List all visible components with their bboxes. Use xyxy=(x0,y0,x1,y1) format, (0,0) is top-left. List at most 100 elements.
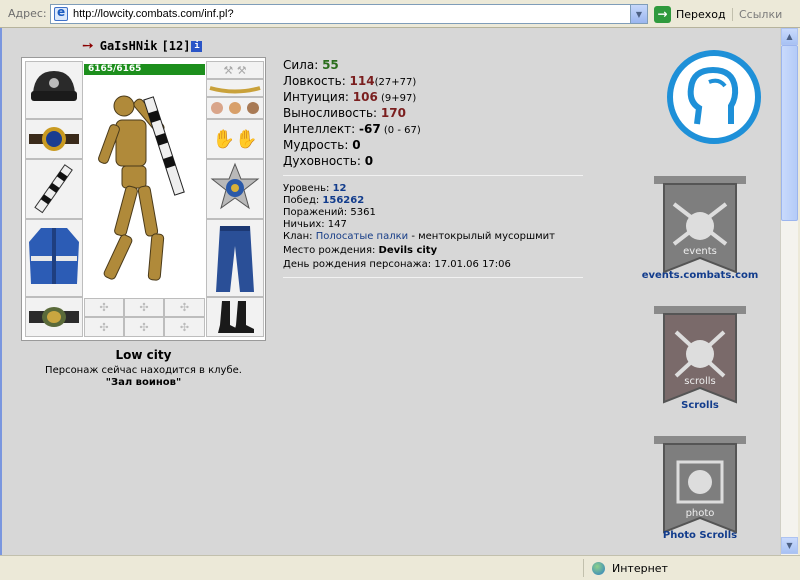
stat-label: Сила: xyxy=(283,58,323,72)
info-value: 156262 xyxy=(322,195,365,206)
stat-strength: Сила: 55 xyxy=(283,58,421,74)
scroll-up-button[interactable]: ▲ xyxy=(781,28,798,45)
character-info-icon[interactable]: i xyxy=(191,40,203,52)
address-bar: Адрес: http://lowcity.combats.com/inf.pl… xyxy=(0,0,800,28)
rune-placeholder-icon: ✣ xyxy=(139,320,149,334)
room-name: "Зал воинов" xyxy=(105,377,182,388)
rune-placeholder-icon: ✣ xyxy=(139,301,149,314)
scrolls-banner[interactable]: scrolls Scrolls xyxy=(654,304,746,416)
necklace-slot[interactable] xyxy=(206,79,264,97)
armor-slot[interactable] xyxy=(25,219,83,297)
globe-icon xyxy=(592,561,605,575)
scroll-thumb[interactable] xyxy=(781,45,798,221)
trousers-icon xyxy=(216,226,254,292)
address-label: Адрес: xyxy=(8,7,47,20)
stat-extra: (0 - 67) xyxy=(380,125,421,136)
info-label: Побед: xyxy=(283,195,323,206)
info-divider xyxy=(283,277,583,278)
stat-label: Выносливость: xyxy=(283,106,381,120)
city-name: Low city xyxy=(115,348,172,362)
helmet-slot[interactable] xyxy=(25,61,83,119)
rune-placeholder-icon: ✣ xyxy=(179,301,190,314)
scrolls-link[interactable]: Scrolls xyxy=(634,400,766,411)
stat-label: Мудрость: xyxy=(283,138,353,152)
jacket-icon xyxy=(29,228,79,284)
info-block: Уровень: 12 Побед: 156262 Поражений: 536… xyxy=(283,183,555,271)
events-link[interactable]: events.combats.com xyxy=(634,270,766,281)
robot-figure-icon xyxy=(98,95,185,281)
rings-icon xyxy=(211,102,259,114)
address-input[interactable]: http://lowcity.combats.com/inf.pl? ▼ xyxy=(50,4,648,24)
photo-scrolls-link[interactable]: Photo Scrolls xyxy=(634,530,766,541)
rings-slot[interactable] xyxy=(206,97,264,119)
info-label: День рождения персонажа: xyxy=(283,259,435,270)
stats-divider xyxy=(283,175,583,176)
info-birthday: День рождения персонажа: 17.01.06 17:06 xyxy=(283,259,555,271)
go-label: Переход xyxy=(676,7,726,21)
address-url[interactable]: http://lowcity.combats.com/inf.pl? xyxy=(73,8,234,20)
private-message-arrow-icon[interactable]: ➙ xyxy=(82,38,94,54)
character-name-row: ➙ GaIsHNik [12] i xyxy=(82,38,203,54)
stat-value: 114 xyxy=(349,74,375,88)
go-button[interactable]: → Переход xyxy=(654,4,726,24)
links-button[interactable]: Ссылки xyxy=(732,8,782,21)
clan-link[interactable]: Полосатые палки xyxy=(316,231,408,242)
photo-banner-text: photo xyxy=(686,508,715,519)
rune-slot-1[interactable]: ✣ xyxy=(84,298,124,317)
scrolls-banner-text: scrolls xyxy=(684,376,715,387)
info-label: Поражений: xyxy=(283,207,351,218)
security-zone: Интернет xyxy=(583,559,793,577)
earrings-placeholder-icon: ⚒ ⚒ xyxy=(223,63,247,77)
stat-label: Ловкость: xyxy=(283,74,350,88)
equipment-panel: 6165/6165 ✣ ✣ ✣ ✣ ✣ ✣ ⚒ ⚒ ✋✋ xyxy=(21,57,266,341)
watch-icon xyxy=(29,127,79,151)
status-bar: Интернет xyxy=(0,555,800,580)
info-value: 5361 xyxy=(350,207,376,218)
info-value: 147 xyxy=(327,219,347,230)
info-birthplace: Место рождения: Devils city xyxy=(283,245,555,259)
vertical-scrollbar[interactable]: ▲ ▼ xyxy=(780,28,798,555)
stat-value: 106 xyxy=(352,90,378,104)
bracelet-slot[interactable] xyxy=(25,119,83,159)
rune-slot-4[interactable]: ✣ xyxy=(84,317,124,337)
earrings-slot[interactable]: ⚒ ⚒ xyxy=(206,61,264,79)
events-banner[interactable]: events events.combats.com xyxy=(642,174,758,286)
events-banner-text: events xyxy=(683,246,717,257)
character-avatar xyxy=(84,76,205,298)
stat-agility: Ловкость: 114(27+77) xyxy=(283,74,421,90)
rune-slot-3[interactable]: ✣ xyxy=(164,298,205,317)
helmet-icon xyxy=(31,71,77,101)
gloves-slot[interactable]: ✋✋ xyxy=(206,119,264,159)
shield-slot[interactable] xyxy=(206,159,264,219)
info-label: Место рождения: xyxy=(283,245,379,256)
stat-spirituality: Духовность: 0 xyxy=(283,154,421,170)
stat-value: 55 xyxy=(322,58,339,72)
info-value: Devils city xyxy=(378,245,438,256)
rune-slot-5[interactable]: ✣ xyxy=(124,317,164,337)
info-value: 17.01.06 17:06 xyxy=(434,259,511,270)
baton-icon xyxy=(34,164,73,214)
hp-bar: 6165/6165 xyxy=(84,64,205,75)
photo-scrolls-banner[interactable]: photo Photo Scrolls xyxy=(654,434,746,546)
page-icon xyxy=(54,5,68,21)
boots-slot[interactable] xyxy=(206,297,264,337)
police-badge-icon xyxy=(210,162,260,210)
rune-slot-6[interactable]: ✣ xyxy=(164,317,205,337)
info-draws: Ничьих: 147 xyxy=(283,219,555,231)
combats-logo[interactable] xyxy=(667,50,761,144)
weapon-slot[interactable] xyxy=(25,159,83,219)
rune-slot-2[interactable]: ✣ xyxy=(124,298,164,317)
belt-slot[interactable] xyxy=(25,297,83,337)
pants-slot[interactable] xyxy=(206,219,264,297)
stat-value: 0 xyxy=(364,154,374,168)
address-dropdown-button[interactable]: ▼ xyxy=(630,5,647,23)
info-wins: Побед: 156262 xyxy=(283,195,555,207)
stat-label: Интуиция: xyxy=(283,90,353,104)
head-profile-icon xyxy=(687,66,739,125)
stat-extra: (9+97) xyxy=(377,93,417,104)
scroll-down-button[interactable]: ▼ xyxy=(781,537,798,554)
stat-wisdom: Мудрость: 0 xyxy=(283,138,421,154)
info-label: Ничьих: xyxy=(283,219,328,230)
info-losses: Поражений: 5361 xyxy=(283,207,555,219)
stat-value: 170 xyxy=(380,106,406,120)
